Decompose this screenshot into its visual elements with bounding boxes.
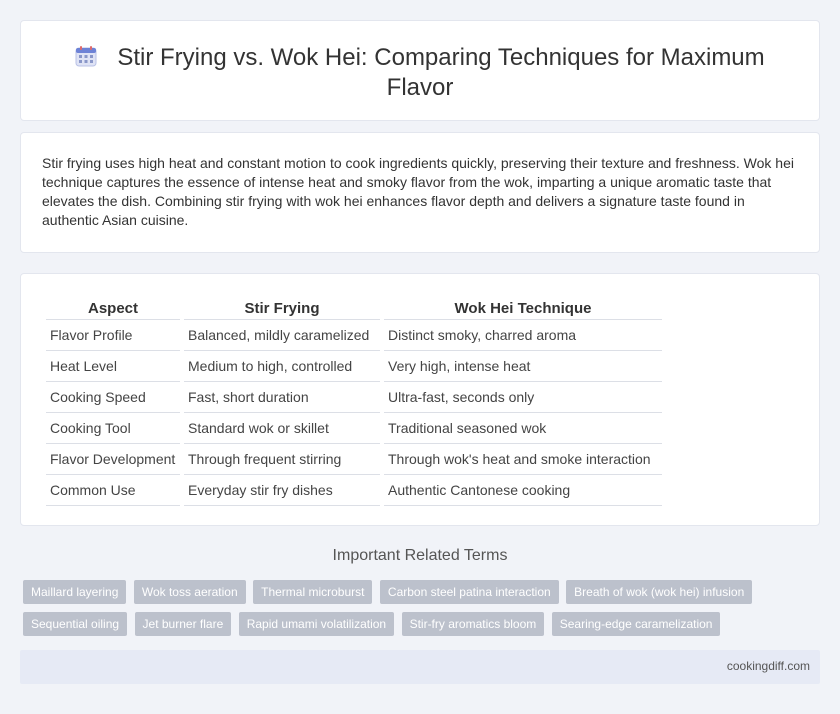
page-title: Stir Frying vs. Wok Hei: Comparing Techn… [117,44,765,101]
header-wok-hei: Wok Hei Technique [384,294,662,320]
cell-stir-frying: Standard wok or skillet [184,413,380,444]
table-row: Cooking Tool Standard wok or skillet Tra… [46,413,662,444]
related-terms-list: Maillard layering Wok toss aeration Ther… [23,580,793,644]
comparison-table-card: Aspect Stir Frying Wok Hei Technique Fla… [20,273,820,526]
footer: cookingdiff.com [20,650,820,684]
related-term-tag[interactable]: Stir-fry aromatics bloom [401,612,545,636]
related-term-tag[interactable]: Searing-edge caramelization [551,612,721,636]
comparison-table: Aspect Stir Frying Wok Hei Technique Fla… [42,294,666,506]
related-term-tag[interactable]: Carbon steel patina interaction [379,580,559,604]
cell-wok-hei: Traditional seasoned wok [384,413,662,444]
page-title-row: Stir Frying vs. Wok Hei: Comparing Techn… [21,43,819,103]
cell-wok-hei: Very high, intense heat [384,351,662,382]
cell-aspect: Flavor Profile [46,320,180,351]
related-term-tag[interactable]: Rapid umami volatilization [238,612,395,636]
cell-aspect: Cooking Speed [46,382,180,413]
cell-aspect: Flavor Development [46,444,180,475]
related-term-tag[interactable]: Thermal microburst [253,580,373,604]
cell-wok-hei: Distinct smoky, charred aroma [384,320,662,351]
cell-stir-frying: Balanced, mildly caramelized [184,320,380,351]
table-row: Common Use Everyday stir fry dishes Auth… [46,475,662,506]
header-stir-frying: Stir Frying [184,294,380,320]
related-term-tag[interactable]: Jet burner flare [134,612,232,636]
cell-stir-frying: Fast, short duration [184,382,380,413]
related-term-tag[interactable]: Wok toss aeration [133,580,246,604]
cell-wok-hei: Through wok's heat and smoke interaction [384,444,662,475]
related-terms-title: Important Related Terms [332,547,508,564]
table-row: Heat Level Medium to high, controlled Ve… [46,351,662,382]
calendar-icon [75,45,97,67]
cell-stir-frying: Through frequent stirring [184,444,380,475]
table-row: Flavor Development Through frequent stir… [46,444,662,475]
related-term-tag[interactable]: Sequential oiling [23,612,128,636]
footer-site-link[interactable]: cookingdiff.com [727,659,810,673]
cell-aspect: Cooking Tool [46,413,180,444]
table-header-row: Aspect Stir Frying Wok Hei Technique [46,294,662,320]
table-row: Cooking Speed Fast, short duration Ultra… [46,382,662,413]
cell-aspect: Common Use [46,475,180,506]
header-aspect: Aspect [46,294,180,320]
cell-stir-frying: Everyday stir fry dishes [184,475,380,506]
cell-aspect: Heat Level [46,351,180,382]
related-term-tag[interactable]: Maillard layering [23,580,127,604]
intro-text: Stir frying uses high heat and constant … [42,155,794,228]
cell-wok-hei: Ultra-fast, seconds only [384,382,662,413]
related-term-tag[interactable]: Breath of wok (wok hei) infusion [566,580,753,604]
intro-card: Stir frying uses high heat and constant … [20,132,820,253]
cell-stir-frying: Medium to high, controlled [184,351,380,382]
table-row: Flavor Profile Balanced, mildly carameli… [46,320,662,351]
page: Stir Frying vs. Wok Hei: Comparing Techn… [0,0,840,714]
cell-wok-hei: Authentic Cantonese cooking [384,475,662,506]
header-card: Stir Frying vs. Wok Hei: Comparing Techn… [20,20,820,121]
